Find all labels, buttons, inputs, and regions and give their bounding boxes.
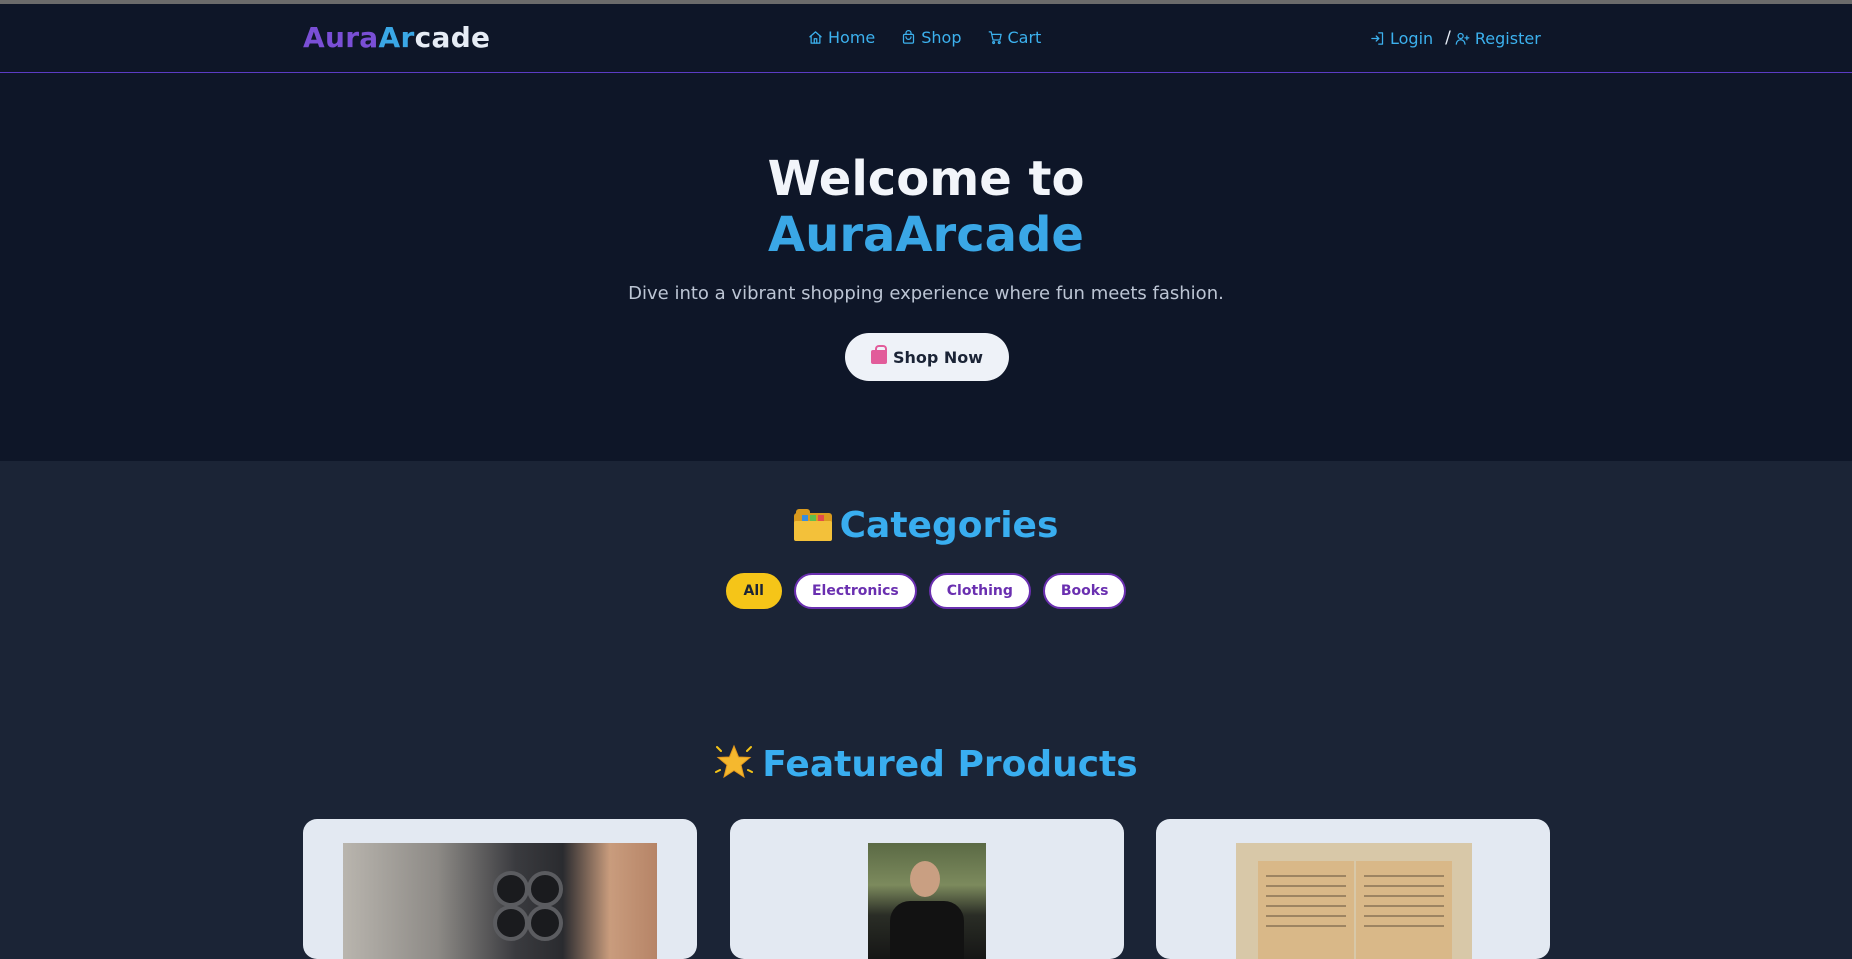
shopping-bags-icon	[870, 345, 887, 364]
register-link[interactable]: Register	[1455, 29, 1541, 48]
product-image-book	[1236, 843, 1472, 959]
auth-links: Login / Register	[1370, 28, 1541, 48]
register-label: Register	[1474, 28, 1541, 48]
shop-now-label: Shop Now	[892, 347, 984, 367]
shop-now-button[interactable]: Shop Now	[845, 333, 1009, 381]
site-header: AuraArcade Home Shop Cart Login / Regist…	[0, 4, 1852, 73]
nav-shop-label: Shop	[921, 28, 962, 47]
nav-cart-link[interactable]: Cart	[988, 28, 1042, 47]
hero-heading-brand: AuraArcade	[768, 207, 1084, 263]
category-chip-electronics[interactable]: Electronics	[793, 573, 917, 609]
category-chip-all[interactable]: All	[725, 573, 782, 609]
product-card[interactable]	[1156, 819, 1550, 959]
categories-heading: Categories	[0, 505, 1852, 546]
product-card[interactable]	[730, 819, 1124, 959]
product-card[interactable]	[303, 819, 697, 959]
product-image-smartphone	[343, 843, 657, 959]
category-chip-clothing[interactable]: Clothing	[928, 573, 1031, 609]
login-label: Login	[1390, 28, 1434, 48]
glowing-star-icon	[715, 744, 754, 779]
hero-heading: Welcome to AuraArcade	[0, 151, 1852, 263]
nav-home-link[interactable]: Home	[808, 28, 875, 47]
featured-products-title: Featured Products	[762, 744, 1138, 785]
categories-title: Categories	[839, 505, 1059, 546]
home-icon	[809, 31, 822, 44]
hero-subtitle: Dive into a vibrant shopping experience …	[628, 283, 1224, 304]
shopping-bag-icon	[903, 30, 915, 44]
card-index-dividers-icon	[793, 509, 832, 541]
cart-icon	[988, 31, 1002, 45]
product-image-clothing	[868, 843, 986, 959]
hero-section: Welcome to AuraArcade Dive into a vibran…	[0, 73, 1852, 461]
hero-heading-line1: Welcome to	[767, 151, 1085, 207]
login-link[interactable]: Login	[1370, 29, 1433, 48]
nav-shop-link[interactable]: Shop	[901, 28, 962, 47]
auth-separator: /	[1445, 28, 1451, 48]
featured-products-heading: Featured Products	[0, 742, 1852, 785]
nav-home-label: Home	[828, 28, 876, 47]
category-chip-books[interactable]: Books	[1042, 573, 1127, 609]
site-logo[interactable]: AuraArcade	[303, 21, 490, 54]
nav-cart-label: Cart	[1007, 28, 1042, 47]
login-icon	[1371, 31, 1384, 45]
user-plus-icon	[1455, 32, 1470, 45]
category-filters: All Electronics Clothing Books	[0, 573, 1852, 609]
main-nav: Home Shop Cart	[808, 28, 1041, 47]
